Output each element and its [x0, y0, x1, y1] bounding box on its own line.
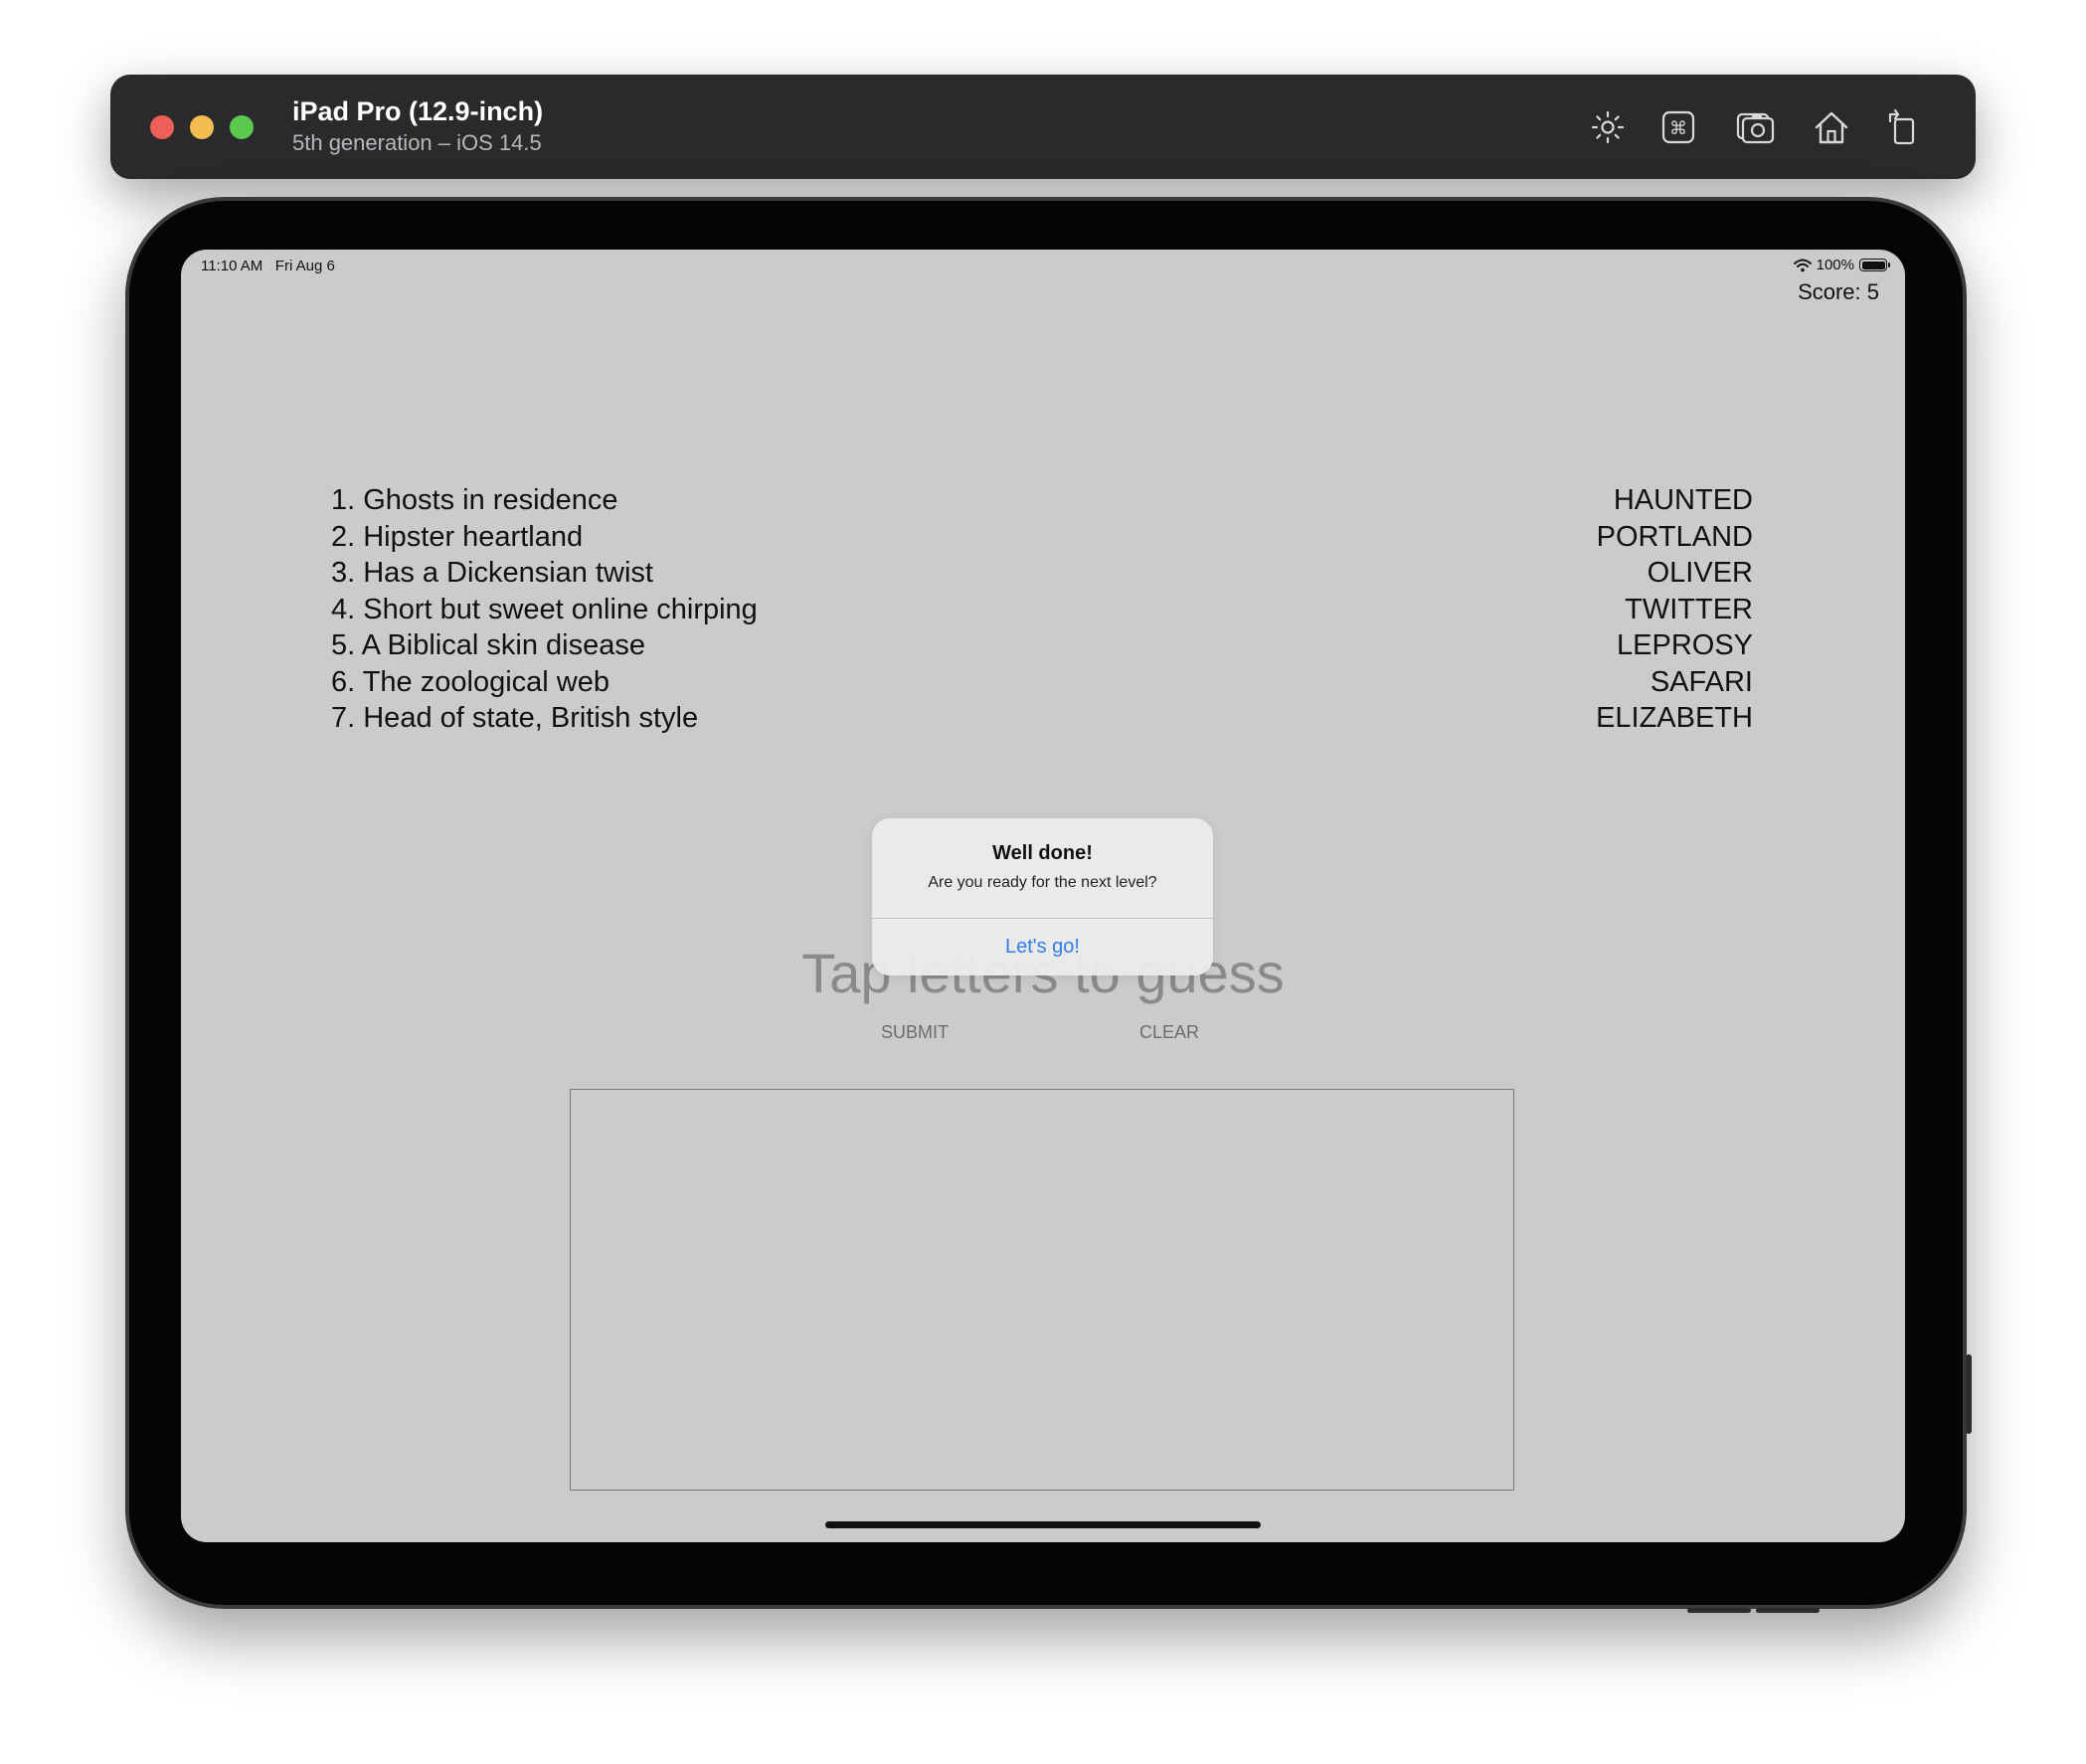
wifi-icon [1793, 259, 1812, 271]
minimize-window-button[interactable] [190, 115, 214, 139]
answer-item: SAFARI [1650, 665, 1753, 698]
answer-item: ELIZABETH [1596, 702, 1753, 734]
clues-list: 1. Ghosts in residence 2. Hipster heartl… [331, 482, 758, 737]
clue-item: 7. Head of state, British style [331, 702, 699, 734]
clue-item: 6. The zoological web [331, 665, 609, 698]
answer-item: PORTLAND [1596, 520, 1753, 553]
svg-text:⌘: ⌘ [1669, 118, 1687, 139]
power-button [1687, 1608, 1751, 1613]
screenshot-icon [1736, 112, 1775, 144]
device-os-version: 5th generation – iOS 14.5 [292, 130, 542, 155]
alert-message: Are you ready for the next level? [928, 874, 1157, 891]
rotate-icon [1888, 108, 1915, 145]
clue-item: 3. Has a Dickensian twist [331, 557, 653, 589]
screenshot-button[interactable] [1732, 104, 1778, 150]
answer-item: TWITTER [1625, 593, 1753, 625]
status-bar-right: 100% [1793, 257, 1890, 273]
home-button[interactable] [1809, 104, 1854, 150]
ipad-screen: 11:10 AM Fri Aug 6 100% Score: 5 1. Ghos… [181, 250, 1905, 1542]
answer-item: LEPROSY [1617, 629, 1753, 661]
clue-item: 1. Ghosts in residence [331, 484, 618, 516]
battery-icon [1859, 259, 1890, 271]
clear-button[interactable]: CLEAR [1139, 1022, 1199, 1043]
clue-item: 4. Short but sweet online chirping [331, 593, 758, 625]
home-indicator[interactable] [825, 1521, 1261, 1528]
keyboard-shortcut-button[interactable]: ⌘ [1655, 104, 1701, 150]
clue-item: 5. A Biblical skin disease [331, 629, 645, 661]
side-button [1756, 1608, 1820, 1613]
zoom-window-button[interactable] [230, 115, 254, 139]
status-time: 11:10 AM [201, 258, 263, 274]
battery-percentage: 100% [1816, 257, 1854, 273]
simulator-titlebar: iPad Pro (12.9-inch) 5th generation – iO… [110, 75, 1976, 179]
submit-button[interactable]: SUBMIT [881, 1022, 949, 1043]
clue-item: 2. Hipster heartland [331, 520, 584, 553]
answers-list: HAUNTED PORTLAND OLIVER TWITTER LEPROSY … [1596, 482, 1753, 737]
answer-item: HAUNTED [1613, 484, 1753, 516]
rotate-button[interactable] [1881, 104, 1927, 150]
device-name: iPad Pro (12.9-inch) [292, 96, 544, 126]
volume-button [1966, 1354, 1972, 1434]
command-key-icon: ⌘ [1661, 110, 1695, 144]
status-bar-time: 11:10 AM Fri Aug 6 [201, 258, 335, 274]
lets-go-button[interactable]: Let's go! [872, 919, 1213, 975]
close-window-button[interactable] [150, 115, 174, 139]
brightness-icon [1591, 110, 1625, 144]
letter-buttons-container [570, 1089, 1514, 1491]
answer-item: OLIVER [1647, 557, 1753, 589]
alert-title: Well done! [992, 842, 1093, 864]
home-icon [1815, 111, 1848, 144]
brightness-button[interactable] [1585, 104, 1631, 150]
status-date: Fri Aug 6 [274, 258, 335, 274]
score-label: Score: 5 [1798, 279, 1879, 304]
alert-dialog: Well done! Are you ready for the next le… [872, 818, 1213, 975]
simulator-window: iPad Pro (12.9-inch) 5th generation – iO… [110, 75, 1976, 1613]
